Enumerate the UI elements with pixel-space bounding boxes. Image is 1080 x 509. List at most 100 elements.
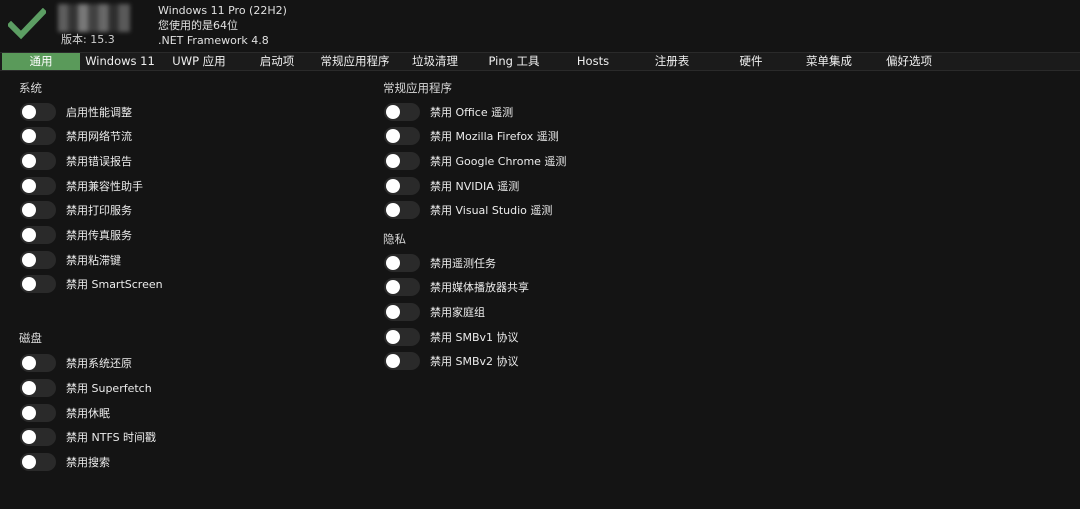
tab-startup[interactable]: 启动项: [246, 53, 308, 70]
option-label: 启用性能调整: [66, 106, 132, 119]
tab-ping-tool[interactable]: Ping 工具: [480, 53, 548, 70]
toggle-switch[interactable]: [20, 379, 56, 397]
option-row: 禁用 SMBv1 协议: [384, 328, 519, 346]
option-row: 禁用网络节流: [20, 127, 132, 145]
toggle-knob: [386, 354, 400, 368]
tab-menu-integration[interactable]: 菜单集成: [798, 53, 860, 70]
option-row: 禁用 Google Chrome 遥测: [384, 152, 566, 170]
tab-preferences[interactable]: 偏好选项: [878, 53, 940, 70]
option-label: 禁用错误报告: [66, 155, 132, 168]
toggle-knob: [22, 381, 36, 395]
toggle-switch[interactable]: [384, 177, 420, 195]
option-label: 禁用 Mozilla Firefox 遥测: [430, 130, 559, 143]
option-row: 禁用系统还原: [20, 354, 132, 372]
option-label: 禁用兼容性助手: [66, 180, 143, 193]
option-row: 禁用 Superfetch: [20, 379, 152, 397]
option-row: 禁用遥测任务: [384, 254, 496, 272]
toggle-knob: [22, 154, 36, 168]
option-label: 禁用媒体播放器共享: [430, 281, 529, 294]
option-label: 禁用 Visual Studio 遥测: [430, 204, 553, 217]
arch-label: 您使用的是64位: [158, 19, 238, 32]
header: 版本: 15.3 Windows 11 Pro (22H2) 您使用的是64位 …: [0, 0, 1080, 52]
option-row: 禁用媒体播放器共享: [384, 278, 529, 296]
toggle-switch[interactable]: [20, 127, 56, 145]
toggle-knob: [386, 280, 400, 294]
toggle-switch[interactable]: [384, 254, 420, 272]
tab-hardware[interactable]: 硬件: [728, 53, 774, 70]
section-title-privacy: 隐私: [383, 232, 406, 246]
toggle-knob: [22, 253, 36, 267]
option-label: 禁用 NVIDIA 遥测: [430, 180, 520, 193]
toggle-switch[interactable]: [20, 354, 56, 372]
section-title-apps: 常规应用程序: [383, 81, 452, 95]
tab-general[interactable]: 通用: [2, 53, 80, 70]
toggle-switch[interactable]: [20, 404, 56, 422]
option-row: 禁用 NVIDIA 遥测: [384, 177, 519, 195]
toggle-switch[interactable]: [20, 177, 56, 195]
toggle-knob: [386, 203, 400, 217]
option-row: 禁用传真服务: [20, 226, 132, 244]
toggle-switch[interactable]: [20, 453, 56, 471]
toggle-knob: [386, 154, 400, 168]
tab-hosts[interactable]: Hosts: [566, 53, 620, 70]
option-label: 禁用传真服务: [66, 229, 132, 242]
toggle-switch[interactable]: [384, 152, 420, 170]
toggle-switch[interactable]: [384, 201, 420, 219]
toggle-knob: [22, 129, 36, 143]
tab-common-apps[interactable]: 常规应用程序: [314, 53, 396, 70]
toggle-knob: [386, 105, 400, 119]
toggle-switch[interactable]: [384, 127, 420, 145]
option-label: 禁用 NTFS 时间戳: [66, 431, 157, 444]
option-row: 禁用搜索: [20, 453, 110, 471]
option-row: 禁用 SmartScreen: [20, 275, 163, 293]
option-row: 禁用 Visual Studio 遥测: [384, 201, 552, 219]
option-label: 禁用打印服务: [66, 204, 132, 217]
toggle-switch[interactable]: [384, 352, 420, 370]
option-row: 禁用 Office 遥测: [384, 103, 513, 121]
option-row: 禁用 SMBv2 协议: [384, 352, 519, 370]
option-label: 禁用粘滞键: [66, 254, 121, 267]
toggle-knob: [22, 455, 36, 469]
check-icon: [8, 8, 46, 40]
option-row: 禁用错误报告: [20, 152, 132, 170]
option-label: 禁用遥测任务: [430, 257, 496, 270]
toggle-knob: [386, 179, 400, 193]
option-label: 禁用 Superfetch: [66, 382, 152, 395]
option-row: 禁用兼容性助手: [20, 177, 143, 195]
toggle-switch[interactable]: [20, 275, 56, 293]
toggle-knob: [22, 356, 36, 370]
option-label: 禁用家庭组: [430, 306, 485, 319]
os-label: Windows 11 Pro (22H2): [158, 4, 287, 17]
section-title-disk: 磁盘: [19, 331, 42, 345]
toggle-switch[interactable]: [20, 251, 56, 269]
tab-windows11[interactable]: Windows 11: [84, 53, 156, 70]
toggle-knob: [22, 228, 36, 242]
toggle-switch[interactable]: [20, 226, 56, 244]
toggle-switch[interactable]: [20, 201, 56, 219]
tab-cleanup[interactable]: 垃圾清理: [404, 53, 466, 70]
option-row: 禁用粘滞键: [20, 251, 121, 269]
tab-uwp-apps[interactable]: UWP 应用: [164, 53, 234, 70]
toggle-knob: [22, 277, 36, 291]
toggle-knob: [22, 430, 36, 444]
toggle-switch[interactable]: [20, 103, 56, 121]
toggle-switch[interactable]: [384, 103, 420, 121]
version-label: 版本: 15.3: [61, 33, 115, 46]
toggle-switch[interactable]: [384, 328, 420, 346]
toggle-knob: [386, 330, 400, 344]
option-row: 禁用家庭组: [384, 303, 485, 321]
toggle-switch[interactable]: [384, 303, 420, 321]
option-label: 禁用系统还原: [66, 357, 132, 370]
toggle-switch[interactable]: [20, 152, 56, 170]
app-window: 版本: 15.3 Windows 11 Pro (22H2) 您使用的是64位 …: [0, 0, 1080, 509]
tab-bar: 通用 Windows 11 UWP 应用 启动项 常规应用程序 垃圾清理 Pin…: [0, 52, 1080, 71]
toggle-switch[interactable]: [20, 428, 56, 446]
option-row: 禁用休眠: [20, 404, 110, 422]
toggle-switch[interactable]: [384, 278, 420, 296]
option-label: 禁用搜索: [66, 456, 110, 469]
option-label: 禁用网络节流: [66, 130, 132, 143]
option-label: 禁用 SMBv2 协议: [430, 355, 519, 368]
tab-registry[interactable]: 注册表: [644, 53, 700, 70]
option-row: 禁用 Mozilla Firefox 遥测: [384, 127, 559, 145]
toggle-knob: [386, 256, 400, 270]
